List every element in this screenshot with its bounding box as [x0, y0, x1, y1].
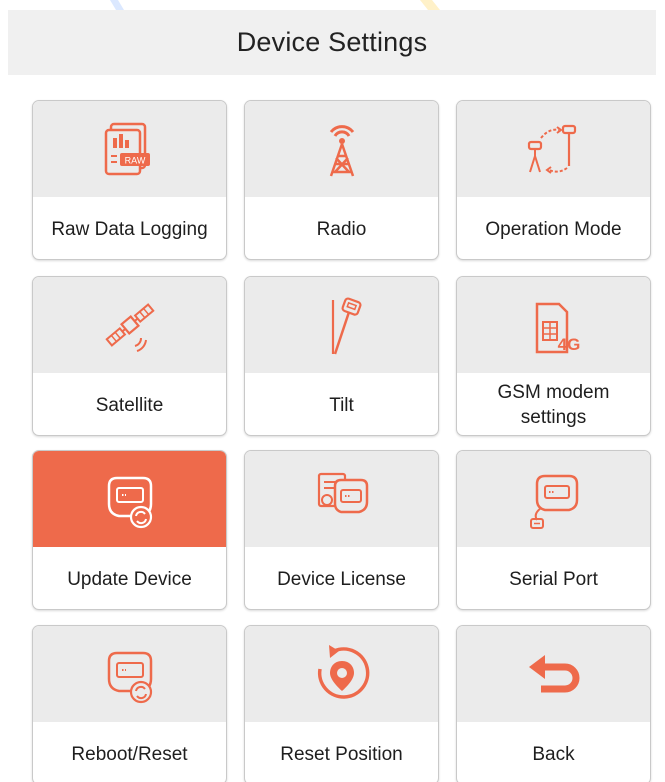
tile-gsm-modem-settings[interactable]: 4G GSM modem settings: [456, 276, 651, 436]
4g-label-text: 4G: [557, 335, 580, 354]
tile-label: Radio: [316, 218, 367, 240]
tile-device-license[interactable]: Device License: [244, 450, 439, 610]
tile-icon-area: [33, 277, 226, 373]
tile-back[interactable]: Back: [456, 625, 651, 782]
back-arrow-icon: [528, 655, 579, 693]
tile-icon-area: [33, 451, 226, 547]
tile-icon-area: [245, 277, 438, 373]
device-update-icon: [107, 476, 152, 529]
tile-label: Satellite: [95, 394, 164, 416]
tile-icon-area: [245, 101, 438, 197]
tile-icon-area: [33, 626, 226, 722]
sim-4g-icon: 4G: [535, 302, 580, 354]
tile-label: Device License: [277, 568, 406, 590]
tile-label: Back: [532, 743, 575, 765]
tile-operation-mode[interactable]: Operation Mode: [456, 100, 651, 260]
tile-label: Reboot/Reset: [71, 743, 188, 765]
tile-serial-port[interactable]: Serial Port: [456, 450, 651, 610]
tile-icon-area: [245, 626, 438, 722]
device-reboot-icon: [107, 651, 152, 704]
reset-position-icon: [317, 645, 369, 699]
tile-reset-position[interactable]: Reset Position: [244, 625, 439, 782]
tile-icon-area: RAW: [33, 101, 226, 197]
tile-raw-data-logging[interactable]: RAW Raw Data Logging: [32, 100, 227, 260]
raw-label-text: RAW: [124, 156, 145, 166]
tile-reboot-reset[interactable]: Reboot/Reset: [32, 625, 227, 782]
tile-label: Operation Mode: [485, 218, 622, 240]
operation-mode-icon: [527, 124, 576, 174]
tile-update-device[interactable]: Update Device: [32, 450, 227, 610]
radio-tower-icon: [329, 125, 354, 177]
tile-satellite[interactable]: Satellite: [32, 276, 227, 436]
tile-icon-area: [245, 451, 438, 547]
tile-radio[interactable]: Radio: [244, 100, 439, 260]
satellite-icon: [104, 303, 155, 352]
device-settings-screen: Device Settings RAW Raw Data Logging Rad…: [0, 0, 665, 782]
tile-icon-area: [457, 451, 650, 547]
decorative-stripe: [110, 0, 440, 10]
raw-data-icon: RAW: [104, 122, 150, 176]
tile-label: Reset Position: [280, 743, 403, 765]
serial-port-icon: [529, 474, 578, 529]
tile-tilt[interactable]: Tilt: [244, 276, 439, 436]
tile-label: GSM modem settings: [497, 382, 610, 428]
tile-label: Tilt: [329, 394, 354, 416]
tile-icon-area: 4G: [457, 277, 650, 373]
tile-icon-area: [457, 101, 650, 197]
device-license-icon: [317, 472, 368, 514]
page-header: Device Settings: [8, 10, 656, 75]
tile-label: Serial Port: [509, 568, 598, 590]
tilt-pole-icon: [331, 297, 362, 355]
tile-icon-area: [457, 626, 650, 722]
tile-label: Update Device: [67, 568, 192, 590]
tile-label: Raw Data Logging: [51, 218, 208, 240]
page-title: Device Settings: [236, 27, 428, 57]
